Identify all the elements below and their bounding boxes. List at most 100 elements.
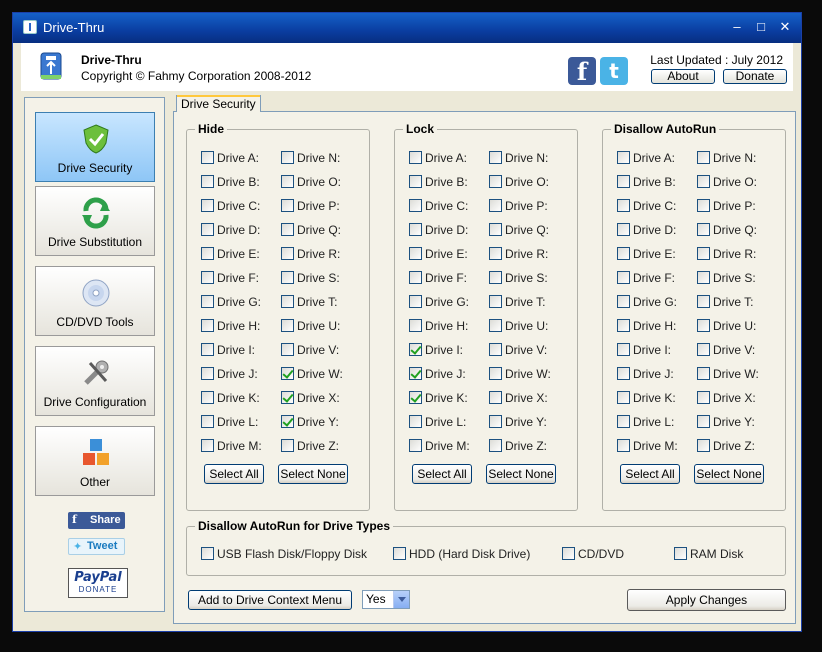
checkbox-autorun-drive[interactable]: Drive E: (617, 247, 676, 263)
checkbox-lock-drive[interactable]: Drive O: (489, 175, 549, 191)
facebook-share-button[interactable]: f Share (68, 512, 125, 529)
checkbox-hide-drive[interactable]: Drive S: (281, 271, 340, 287)
checkbox-autorun-drive[interactable]: Drive D: (617, 223, 676, 239)
checkbox-hide-drive[interactable]: Drive W: (281, 367, 343, 383)
sidebar-item-drive-configuration[interactable]: Drive Configuration (35, 346, 155, 416)
close-icon[interactable]: ✕ (777, 19, 793, 35)
checkbox-box[interactable] (697, 415, 710, 428)
checkbox-box[interactable] (617, 175, 630, 188)
checkbox-hide-drive[interactable]: Drive M: (201, 439, 262, 455)
sidebar-item-other[interactable]: Other (35, 426, 155, 496)
checkbox-box[interactable] (201, 175, 214, 188)
checkbox-hide-drive[interactable]: Drive P: (281, 199, 340, 215)
checkbox-hide-drive[interactable]: Drive I: (201, 343, 255, 359)
checkbox-lock-drive[interactable]: Drive X: (489, 391, 548, 407)
paypal-donate-button[interactable]: PayPal DONATE (68, 568, 128, 598)
checkbox-box[interactable] (281, 223, 294, 236)
lock-select-all-button[interactable]: Select All (412, 464, 472, 484)
tab-drive-security[interactable]: Drive Security (176, 95, 261, 112)
checkbox-box[interactable] (409, 343, 422, 356)
checkbox-lock-drive[interactable]: Drive V: (489, 343, 547, 359)
checkbox-lock-drive[interactable]: Drive W: (489, 367, 551, 383)
checkbox-autorun-drive[interactable]: Drive V: (697, 343, 755, 359)
checkbox-box[interactable] (489, 223, 502, 236)
checkbox-autorun-drive[interactable]: Drive S: (697, 271, 756, 287)
checkbox-hide-drive[interactable]: Drive H: (201, 319, 260, 335)
checkbox-hide-drive[interactable]: Drive K: (201, 391, 260, 407)
checkbox-box[interactable] (281, 295, 294, 308)
donate-button[interactable]: Donate (723, 69, 787, 84)
checkbox-box[interactable] (697, 391, 710, 404)
checkbox-lock-drive[interactable]: Drive J: (409, 367, 466, 383)
checkbox-box[interactable] (201, 547, 214, 560)
sidebar-item-drive-security[interactable]: Drive Security (35, 112, 155, 182)
checkbox-box[interactable] (489, 439, 502, 452)
checkbox-lock-drive[interactable]: Drive C: (409, 199, 468, 215)
checkbox-lock-drive[interactable]: Drive U: (489, 319, 548, 335)
checkbox-autorun-drive[interactable]: Drive M: (617, 439, 678, 455)
checkbox-hide-drive[interactable]: Drive Q: (281, 223, 341, 239)
about-button[interactable]: About (651, 69, 715, 84)
checkbox-box[interactable] (393, 547, 406, 560)
checkbox-box[interactable] (489, 247, 502, 260)
checkbox-usb-flash[interactable]: USB Flash Disk/Floppy Disk (201, 547, 367, 563)
sidebar-item-cd-dvd-tools[interactable]: CD/DVD Tools (35, 266, 155, 336)
checkbox-box[interactable] (201, 199, 214, 212)
checkbox-box[interactable] (281, 199, 294, 212)
checkbox-box[interactable] (409, 175, 422, 188)
checkbox-box[interactable] (489, 391, 502, 404)
checkbox-lock-drive[interactable]: Drive Y: (489, 415, 547, 431)
checkbox-box[interactable] (201, 295, 214, 308)
checkbox-box[interactable] (201, 367, 214, 380)
checkbox-box[interactable] (489, 151, 502, 164)
checkbox-lock-drive[interactable]: Drive D: (409, 223, 468, 239)
autorun-select-all-button[interactable]: Select All (620, 464, 680, 484)
checkbox-lock-drive[interactable]: Drive I: (409, 343, 463, 359)
checkbox-box[interactable] (201, 439, 214, 452)
autorun-select-none-button[interactable]: Select None (694, 464, 764, 484)
hide-select-all-button[interactable]: Select All (204, 464, 264, 484)
checkbox-box[interactable] (697, 271, 710, 284)
checkbox-box[interactable] (409, 391, 422, 404)
checkbox-box[interactable] (697, 439, 710, 452)
checkbox-box[interactable] (617, 367, 630, 380)
twitter-icon[interactable]: t (600, 57, 628, 85)
checkbox-autorun-drive[interactable]: Drive I: (617, 343, 671, 359)
checkbox-autorun-drive[interactable]: Drive W: (697, 367, 759, 383)
checkbox-box[interactable] (409, 223, 422, 236)
checkbox-hide-drive[interactable]: Drive R: (281, 247, 340, 263)
checkbox-box[interactable] (281, 415, 294, 428)
checkbox-box[interactable] (409, 319, 422, 332)
checkbox-box[interactable] (489, 415, 502, 428)
checkbox-autorun-drive[interactable]: Drive C: (617, 199, 676, 215)
hide-select-none-button[interactable]: Select None (278, 464, 348, 484)
checkbox-box[interactable] (674, 547, 687, 560)
checkbox-lock-drive[interactable]: Drive B: (409, 175, 468, 191)
checkbox-hide-drive[interactable]: Drive N: (281, 151, 340, 167)
checkbox-box[interactable] (489, 343, 502, 356)
checkbox-box[interactable] (617, 295, 630, 308)
checkbox-hide-drive[interactable]: Drive Z: (281, 439, 339, 455)
checkbox-box[interactable] (201, 319, 214, 332)
checkbox-box[interactable] (617, 439, 630, 452)
checkbox-lock-drive[interactable]: Drive K: (409, 391, 468, 407)
checkbox-hide-drive[interactable]: Drive E: (201, 247, 260, 263)
checkbox-hide-drive[interactable]: Drive U: (281, 319, 340, 335)
checkbox-autorun-drive[interactable]: Drive J: (617, 367, 674, 383)
checkbox-box[interactable] (489, 295, 502, 308)
checkbox-box[interactable] (281, 367, 294, 380)
checkbox-autorun-drive[interactable]: Drive P: (697, 199, 756, 215)
facebook-icon[interactable]: f (568, 57, 596, 86)
checkbox-box[interactable] (201, 151, 214, 164)
checkbox-box[interactable] (697, 319, 710, 332)
checkbox-lock-drive[interactable]: Drive E: (409, 247, 468, 263)
checkbox-hide-drive[interactable]: Drive V: (281, 343, 339, 359)
checkbox-hide-drive[interactable]: Drive O: (281, 175, 341, 191)
checkbox-box[interactable] (409, 367, 422, 380)
minimize-icon[interactable]: – (729, 19, 745, 35)
checkbox-lock-drive[interactable]: Drive R: (489, 247, 548, 263)
checkbox-lock-drive[interactable]: Drive Z: (489, 439, 547, 455)
checkbox-autorun-drive[interactable]: Drive A: (617, 151, 675, 167)
add-context-menu-button[interactable]: Add to Drive Context Menu (188, 590, 352, 610)
checkbox-hdd[interactable]: HDD (Hard Disk Drive) (393, 547, 530, 563)
